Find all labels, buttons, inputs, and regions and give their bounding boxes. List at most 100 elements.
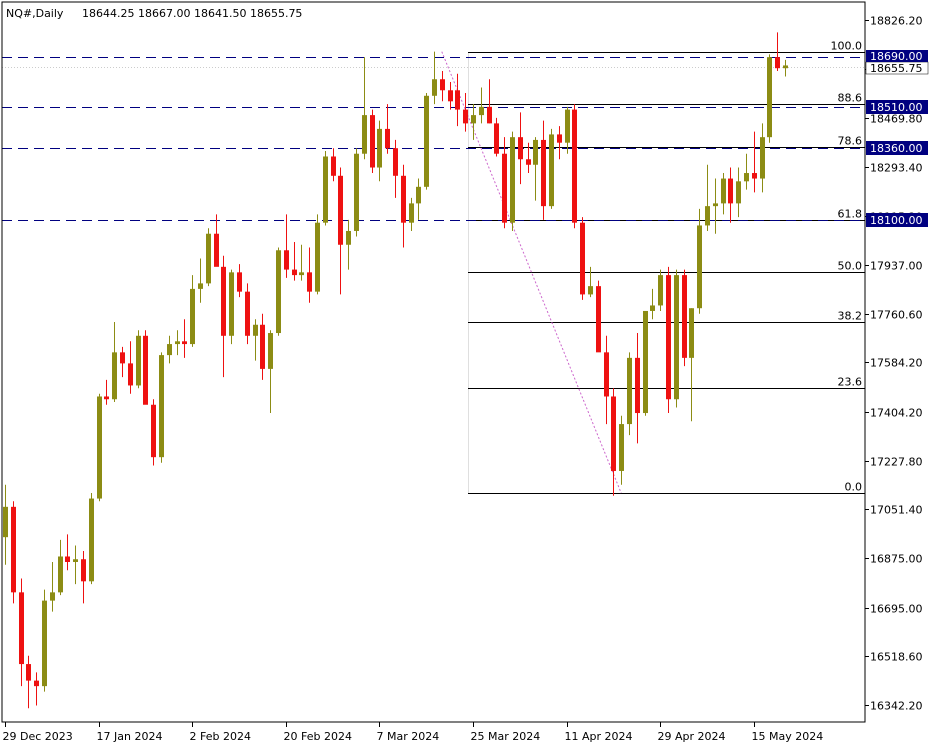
candle-body [728, 178, 733, 204]
fib-level-label: 88.6 [838, 92, 863, 105]
candle-body [260, 324, 265, 369]
current-price-label: 18655.75 [870, 62, 923, 75]
candle-body [416, 186, 421, 204]
y-axis-tick-label: 18826.20 [870, 15, 923, 28]
level-price-label: 18510.00 [870, 101, 923, 114]
fib-level-label: 78.6 [838, 135, 863, 148]
candle-body [65, 556, 70, 562]
candle-body [221, 266, 226, 336]
candle-body [643, 310, 648, 414]
candle-body [198, 283, 203, 289]
candle-body [627, 357, 632, 425]
y-axis-tick-label: 16518.60 [870, 651, 923, 664]
candle-body [502, 153, 507, 223]
candle-body [736, 181, 741, 204]
candle-body [721, 178, 726, 204]
candle-body [533, 139, 538, 165]
candle-body [424, 95, 429, 187]
x-axis-tick-label: 25 Mar 2024 [471, 730, 541, 743]
candle-body [518, 137, 523, 160]
candle-body [19, 592, 24, 665]
chart: 100.0 88.6 78.6 61.8 50.0 38.2 23.6 0.0 18826.2… [0, 0, 935, 748]
candle-body [26, 664, 31, 681]
candle-body [143, 335, 148, 405]
fib-level-label: 100.0 [831, 40, 863, 53]
candle-body [752, 173, 757, 179]
candle-body [580, 222, 585, 295]
candle-body [783, 65, 788, 69]
candle-body [588, 286, 593, 295]
y-axis-tick-label: 17937.00 [870, 260, 923, 273]
level-price-label: 18100.00 [870, 214, 923, 227]
y-axis-tick-label: 17404.20 [870, 407, 923, 420]
candle-body [385, 128, 390, 149]
candle-body [182, 341, 187, 345]
candle-body [120, 352, 125, 364]
x-axis-tick-label: 29 Apr 2024 [658, 730, 726, 743]
candle-body [658, 275, 663, 306]
candle-body [494, 123, 499, 154]
y-axis-tick-label: 16695.00 [870, 603, 923, 616]
fib-level-label: 38.2 [838, 310, 863, 323]
candle-body [666, 275, 671, 400]
chart-header-ohlc: 18644.25 18667.00 18641.50 18655.75 [82, 7, 302, 20]
candle-body [409, 203, 414, 223]
x-axis-tick-label: 2 Feb 2024 [190, 730, 251, 743]
fib-level-label: 50.0 [838, 260, 863, 273]
candle-body [237, 272, 242, 292]
candle-body [432, 79, 437, 96]
candle-body [541, 139, 546, 207]
candle-body [510, 137, 515, 223]
candle-body [276, 250, 281, 334]
candle-body [292, 269, 297, 276]
y-axis-tick-label: 17584.20 [870, 357, 923, 370]
candle-body [393, 148, 398, 176]
candle-body [635, 357, 640, 414]
candle-body [128, 363, 133, 386]
candle-body [159, 355, 164, 458]
candle-body [767, 57, 772, 138]
y-axis-tick-label: 17227.80 [870, 456, 923, 469]
candle-body [97, 396, 102, 499]
candle-body [206, 233, 211, 284]
y-axis-tick-label: 17760.60 [870, 309, 923, 322]
candle-body [463, 109, 468, 124]
candle-body [448, 90, 453, 102]
candle-body [775, 57, 780, 69]
candle-body [268, 333, 273, 369]
candle-body [214, 233, 219, 267]
y-axis-tick-label: 18469.80 [870, 113, 923, 126]
candle-body [229, 272, 234, 336]
candle-body [611, 396, 616, 471]
x-axis-tick-label: 7 Mar 2024 [377, 730, 440, 743]
candle-body [744, 173, 749, 182]
candle-body [331, 156, 336, 176]
candle-body [596, 286, 601, 353]
candle-body [338, 175, 343, 245]
level-price-label: 18690.00 [870, 50, 923, 63]
candle-body [104, 396, 109, 400]
candle-body [34, 680, 39, 687]
candle-body [112, 352, 117, 400]
x-axis-tick-label: 20 Feb 2024 [284, 730, 352, 743]
candle-body [487, 106, 492, 124]
candle-body [346, 230, 351, 245]
candle-body [253, 324, 258, 336]
chart-svg: 100.0 88.6 78.6 61.8 50.0 38.2 23.6 0.0 18826.2… [0, 0, 935, 748]
candle-body [604, 352, 609, 397]
y-axis-tick-label: 16875.00 [870, 553, 923, 566]
candle-body [572, 109, 577, 223]
candle-body [526, 159, 531, 165]
x-axis-tick-label: 17 Jan 2024 [97, 730, 163, 743]
candle-body [58, 556, 63, 593]
candle-body [307, 272, 312, 292]
candle-body [362, 115, 367, 154]
candle-body [674, 275, 679, 400]
candle-body [370, 115, 375, 168]
fib-level-label: 61.8 [838, 208, 863, 221]
candle-body [401, 175, 406, 223]
candle-body [479, 106, 484, 116]
candle-body [689, 308, 694, 358]
candle-body [245, 291, 250, 336]
candle-body [377, 128, 382, 168]
